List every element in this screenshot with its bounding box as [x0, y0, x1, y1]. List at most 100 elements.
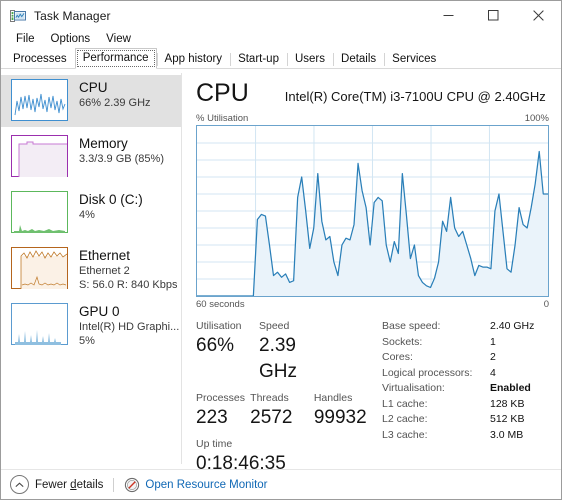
stat-speed-label: Speed — [259, 320, 290, 332]
stat-utilisation: Utilisation 66% — [196, 319, 259, 385]
sidebar-item-cpu-title: CPU — [79, 80, 108, 95]
spec-l1-cache-value: 128 KB — [490, 397, 525, 410]
memory-thumbnail-graph — [11, 135, 68, 177]
sidebar-item-gpu-title: GPU 0 — [79, 304, 120, 319]
spec-l2-cache: L2 cache: 512 KB — [382, 412, 549, 428]
sidebar-item-memory-sub: 3.3/3.9 GB (85%) — [79, 153, 164, 165]
cpu-detail-panel: CPU Intel(R) Core(TM) i3-7100U CPU @ 2.4… — [182, 69, 561, 474]
performance-content: CPU 66% 2.39 GHz Memory 3.3/3.9 GB (85%) — [1, 69, 561, 474]
spec-cores: Cores: 2 — [382, 350, 549, 366]
close-button[interactable] — [516, 1, 561, 30]
status-bar: Fewer details Open Resource Monitor — [1, 469, 561, 499]
fewer-details-label: Fewer details — [35, 479, 103, 491]
spec-virtualisation-label: Virtualisation: — [382, 382, 445, 394]
stat-handles-value: 99932 — [313, 407, 367, 428]
gpu-thumbnail-graph — [11, 303, 68, 345]
status-separator — [113, 477, 115, 492]
sidebar-item-cpu[interactable]: CPU 66% 2.39 GHz — [1, 75, 181, 127]
stat-speed: Speed 2.39 GHz — [259, 319, 333, 385]
cpu-stats-left: Utilisation 66% Speed 2.39 GHz Processes… — [196, 319, 374, 477]
tab-performance[interactable]: Performance — [74, 48, 157, 69]
sidebar-item-ethernet[interactable]: Ethernet Ethernet 2 S: 56.0 R: 840 Kbps — [1, 243, 181, 295]
cpu-thumbnail-graph — [11, 79, 68, 121]
sidebar-item-disk[interactable]: Disk 0 (C:) 4% — [1, 187, 181, 239]
sidebar-item-gpu-usage: 5% — [79, 335, 95, 347]
graph-x-zero-label: 0 — [543, 299, 549, 310]
spec-base-speed-value: 2.40 GHz — [490, 320, 535, 332]
spec-l3-cache: L3 cache: 3.0 MB — [382, 428, 549, 444]
spec-logical-processors-value: 4 — [490, 366, 496, 379]
spec-base-speed-label: Base speed: — [382, 320, 441, 332]
page-title: CPU — [196, 79, 249, 107]
spec-base-speed: Base speed: 2.40 GHz — [382, 319, 549, 335]
sidebar-item-cpu-sub: 66% 2.39 GHz — [79, 97, 151, 109]
spec-l1-cache-label: L1 cache: — [382, 397, 428, 410]
graph-y-max-label: 100% — [524, 113, 549, 124]
stat-speed-value: 2.39 GHz — [259, 335, 297, 382]
spec-cores-value: 2 — [490, 351, 496, 363]
cpu-stats: Utilisation 66% Speed 2.39 GHz Processes… — [196, 319, 549, 477]
disk-thumbnail-graph — [11, 191, 68, 233]
cpu-utilisation-graph — [196, 125, 549, 297]
stat-utilisation-label: Utilisation — [196, 320, 242, 332]
graph-bottom-labels: 60 seconds 0 — [196, 299, 549, 310]
stat-threads-value: 2572 — [250, 407, 293, 428]
spec-l2-cache-value: 512 KB — [490, 413, 525, 425]
spec-logical-processors: Logical processors: 4 — [382, 366, 549, 382]
sidebar-item-gpu[interactable]: GPU 0 Intel(R) HD Graphi... 5% — [1, 299, 181, 351]
menu-item-file[interactable]: File — [9, 32, 42, 47]
spec-l3-cache-label: L3 cache: — [382, 428, 428, 441]
task-manager-window: Task Manager File Options View Processes… — [0, 0, 562, 500]
spec-l3-cache-value: 3.0 MB — [490, 428, 524, 441]
chevron-up-icon — [10, 475, 29, 494]
cpu-header: CPU Intel(R) Core(TM) i3-7100U CPU @ 2.4… — [196, 79, 549, 107]
stat-threads-label: Threads — [250, 392, 289, 404]
fewer-details-pre: Fewer — [35, 478, 71, 491]
spec-l2-cache-label: L2 cache: — [382, 413, 428, 425]
resource-list: CPU 66% 2.39 GHz Memory 3.3/3.9 GB (85%) — [1, 69, 181, 468]
ethernet-thumbnail-graph — [11, 247, 68, 289]
menu-item-options[interactable]: Options — [44, 32, 98, 47]
graph-top-labels: % Utilisation 100% — [196, 113, 549, 124]
window-controls — [426, 1, 561, 30]
tab-processes[interactable]: Processes — [5, 49, 75, 69]
title-bar: Task Manager — [1, 1, 561, 30]
tab-strip: Processes Performance App history Start-… — [1, 48, 561, 69]
menu-item-view[interactable]: View — [99, 32, 138, 47]
menu-bar: File Options View — [1, 30, 561, 49]
stat-uptime-label: Up time — [196, 438, 233, 450]
spec-virtualisation: Virtualisation: Enabled — [382, 381, 549, 397]
task-manager-icon — [10, 8, 26, 24]
cpu-graph-svg — [197, 126, 548, 296]
tab-details[interactable]: Details — [333, 49, 384, 69]
spec-sockets-label: Sockets: — [382, 335, 423, 348]
graph-x-axis-label: 60 seconds — [196, 299, 245, 310]
spec-sockets: Sockets: 1 — [382, 335, 549, 351]
stat-threads: Threads 2572 — [250, 391, 314, 431]
resource-monitor-icon — [124, 477, 140, 493]
stat-handles-label: Handles — [313, 392, 353, 404]
spec-virtualisation-value: Enabled — [490, 382, 531, 394]
sidebar-item-memory[interactable]: Memory 3.3/3.9 GB (85%) — [1, 131, 181, 183]
cpu-spec-list: Base speed: 2.40 GHz Sockets: 1 Cores: 2… — [374, 319, 549, 477]
sidebar-item-ethernet-rates: S: 56.0 R: 840 Kbps — [79, 279, 178, 291]
sidebar-item-disk-sub: 4% — [79, 209, 95, 221]
minimize-button[interactable] — [426, 1, 471, 30]
fewer-details-button[interactable]: Fewer details — [10, 475, 103, 494]
fewer-details-post: etails — [76, 478, 104, 491]
sidebar-item-ethernet-sub: Ethernet 2 — [79, 265, 130, 277]
stat-processes: Processes 223 — [196, 391, 250, 431]
sidebar-item-ethernet-title: Ethernet — [79, 248, 131, 263]
sidebar-item-memory-title: Memory — [79, 136, 128, 151]
tab-start-up[interactable]: Start-up — [230, 49, 287, 69]
stats-row-usage: Utilisation 66% Speed 2.39 GHz — [196, 319, 374, 385]
tab-users[interactable]: Users — [286, 49, 333, 69]
maximize-button[interactable] — [471, 1, 516, 30]
tab-services[interactable]: Services — [384, 49, 444, 69]
spec-sockets-value: 1 — [490, 335, 496, 348]
window-title: Task Manager — [34, 8, 111, 23]
tab-app-history[interactable]: App history — [156, 49, 231, 69]
stats-row-counts: Processes 223 Threads 2572 Handles 99932 — [196, 391, 374, 431]
open-resource-monitor-link[interactable]: Open Resource Monitor — [124, 477, 268, 493]
graph-y-axis-label: % Utilisation — [196, 113, 249, 124]
